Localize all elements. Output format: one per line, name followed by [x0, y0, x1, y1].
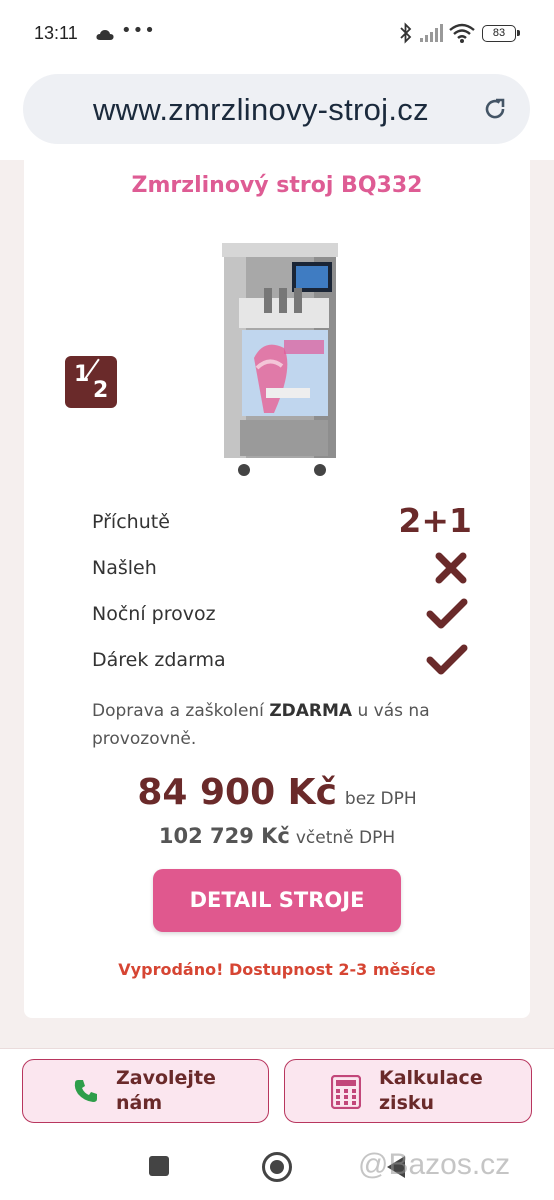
price-row: 84 900 Kč bez DPH: [24, 772, 530, 813]
phone-icon: [73, 1078, 99, 1108]
price-with-vat-note: včetně DPH: [295, 828, 396, 848]
feature-row-night-mode: Noční provoz: [92, 597, 472, 643]
feature-label: Našleh: [92, 557, 157, 579]
feature-row-gift: Dárek zdarma: [92, 643, 472, 689]
product-image[interactable]: [144, 238, 410, 500]
feature-label: Dárek zdarma: [92, 649, 226, 671]
feature-row-whipping: Našleh: [92, 551, 472, 597]
shipping-text: Doprava a zaškolení: [92, 701, 270, 721]
profit-calculator-label: Kalkulace zisku: [379, 1066, 499, 1116]
browser-toolbar: www.zmrzlinovy-stroj.cz: [0, 66, 554, 160]
home-button[interactable]: [262, 1152, 292, 1182]
product-title[interactable]: Zmrzlinový stroj BQ332: [24, 173, 530, 198]
shipping-free: ZDARMA: [269, 701, 353, 721]
feature-label: Příchutě: [92, 511, 170, 533]
check-icon: [426, 643, 468, 681]
signal-icon: [420, 24, 444, 46]
call-us-line1: Zavolejte: [116, 1067, 216, 1089]
check-icon: [426, 597, 468, 635]
cross-icon: [434, 551, 468, 589]
call-us-label: Zavolejte nám: [116, 1066, 226, 1116]
feature-value: 2+1: [398, 501, 472, 540]
shipping-info: Doprava a zaškolení ZDARMA u vás na prov…: [92, 697, 472, 753]
calculator-icon: [330, 1074, 362, 1113]
price-without-vat-note: bez DPH: [344, 789, 417, 809]
cloud-icon: [96, 26, 114, 45]
product-card: Zmrzlinový stroj BQ332 1 2 Příchutě 2+1 …: [24, 160, 530, 1018]
profit-calculator-button[interactable]: Kalkulace zisku: [284, 1059, 532, 1123]
page-content: Zmrzlinový stroj BQ332 1 2 Příchutě 2+1 …: [0, 160, 554, 1048]
watermark: @Bazos.cz: [358, 1148, 511, 1181]
bottom-action-bar: Zavolejte nám Kalkulace zisku: [0, 1048, 554, 1136]
status-overflow-dots: •••: [121, 20, 156, 41]
calc-line1: Kalkulace: [379, 1067, 483, 1089]
half-badge: 1 2: [65, 356, 117, 408]
detail-button[interactable]: DETAIL STROJE: [153, 869, 401, 932]
price-without-vat: 84 900 Kč: [137, 772, 337, 813]
system-nav-bar: @Bazos.cz: [0, 1136, 554, 1200]
calc-line2: zisku: [379, 1092, 435, 1114]
price-with-vat: 102 729 Kč: [158, 824, 290, 848]
recents-button[interactable]: [149, 1156, 169, 1176]
feature-label: Noční provoz: [92, 603, 216, 625]
status-bar: 13:11 ••• 83: [0, 0, 554, 66]
feature-list: Příchutě 2+1 Našleh Noční provoz Dárek z…: [92, 501, 472, 689]
bluetooth-icon: [399, 22, 413, 48]
battery-icon: 83: [482, 25, 520, 42]
reload-icon[interactable]: [482, 96, 508, 126]
call-us-line2: nám: [116, 1092, 163, 1114]
wifi-icon: [449, 23, 475, 47]
url-text[interactable]: www.zmrzlinovy-stroj.cz: [93, 92, 429, 128]
price-vat-row: 102 729 Kč včetně DPH: [24, 824, 530, 848]
status-time: 13:11: [34, 23, 78, 43]
call-us-button[interactable]: Zavolejte nám: [22, 1059, 269, 1123]
badge-denominator: 2: [93, 378, 109, 403]
address-bar[interactable]: www.zmrzlinovy-stroj.cz: [23, 74, 530, 144]
feature-row-flavors: Příchutě 2+1: [92, 501, 472, 551]
availability-status: Vyprodáno! Dostupnost 2-3 měsíce: [118, 960, 436, 979]
